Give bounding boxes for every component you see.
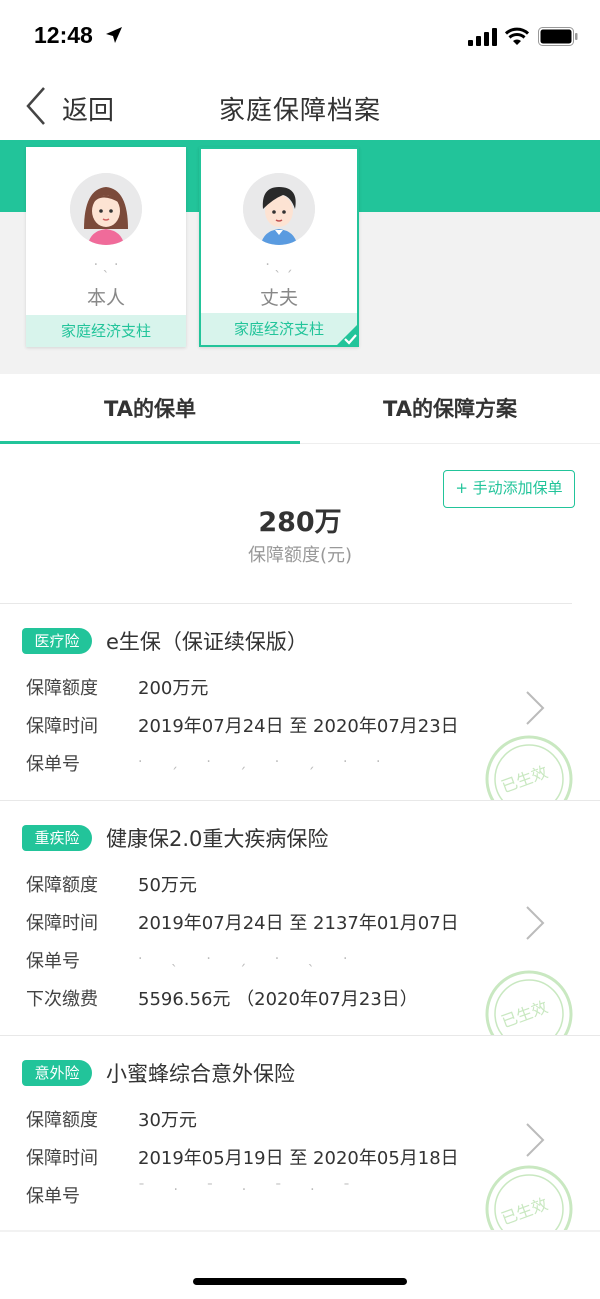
total-coverage-label: 保障额度(元) [247,545,353,566]
location-arrow-icon [106,27,122,43]
policy-field-label: 保障额度 [26,1110,98,1131]
tab-policies[interactable]: TA的保单 [0,374,300,444]
policy-number-hidden: · ˎ · ˏ · ˎ · [138,951,360,967]
policy-card-medical[interactable]: 医疗险 e生保（保证续保版） 保障额度 200万元 保障时间 2019年07月2… [0,604,600,800]
policy-field-value: 50万元 [138,875,197,896]
wifi-icon [505,27,529,45]
policy-field-label: 保障时间 [26,1148,98,1169]
member-name-hidden: · ˎ · [93,257,119,273]
policy-field-value: 30万元 [138,1110,197,1131]
tab-bar: TA的保单 TA的保障方案 [0,374,600,444]
policy-field-label: 保障额度 [26,875,98,896]
check-icon [335,323,359,347]
policy-number-hidden: ˉ · ˉ · ˉ · ˉ [138,1182,363,1198]
male-avatar-icon [243,173,315,245]
tab-active-indicator [0,441,300,444]
chevron-right-icon[interactable] [524,905,546,941]
policy-field-value: 2019年05月19日 至 2020年05月18日 [138,1148,459,1169]
member-role: 本人 [86,287,125,309]
chevron-right-icon[interactable] [524,690,546,726]
avatar [70,173,142,245]
policy-name: 小蜜蜂综合意外保险 [106,1062,295,1086]
policy-card-accident[interactable]: 意外险 小蜜蜂综合意外保险 保障额度 30万元 保障时间 2019年05月19日… [0,1036,600,1230]
policy-field-value: 2019年07月24日 至 2137年01月07日 [138,913,459,934]
member-name-hidden: · ˎ ˏ [265,257,293,273]
battery-icon [538,27,578,46]
home-indicator[interactable] [193,1278,407,1285]
policy-number-hidden: · ˏ · ˏ · ˏ · · [138,754,393,770]
status-time: 12:48 [34,22,93,48]
policy-type-tag: 意外险 [22,1060,92,1086]
member-tag: 家庭经济支柱 [201,313,357,345]
policy-card-critical-illness[interactable]: 重疾险 健康保2.0重大疾病保险 保障额度 50万元 保障时间 2019年07月… [0,801,600,1035]
member-tag: 家庭经济支柱 [26,315,186,347]
signal-icon [468,28,497,46]
policy-field-value: 5596.56元 （2020年07月23日） [138,989,418,1010]
policy-field-label: 保单号 [26,951,80,972]
page-title: 家庭保障档案 [218,96,381,126]
policy-name: e生保（保证续保版） [106,630,308,654]
member-card-self[interactable]: · ˎ · 本人 家庭经济支柱 [26,147,186,347]
chevron-right-icon[interactable] [524,1122,546,1158]
policy-field-label: 保障额度 [26,678,98,699]
policy-type-tag: 医疗险 [22,628,92,654]
tab-plan[interactable]: TA的保障方案 [300,374,600,444]
member-role: 丈夫 [259,287,298,309]
policy-field-label: 下次缴费 [26,989,98,1010]
total-coverage-amount: 280万 [258,507,342,538]
female-avatar-icon [70,173,142,245]
policy-field-label: 保障时间 [26,913,98,934]
nav-bar: 返回 家庭保障档案 [0,72,600,140]
member-card-husband[interactable]: · ˎ ˏ 丈夫 家庭经济支柱 [199,147,359,347]
policy-field-label: 保单号 [26,1186,80,1207]
policy-field-label: 保障时间 [26,716,98,737]
status-bar: 12:48 [0,0,600,72]
avatar [243,173,315,245]
policy-field-label: 保单号 [26,754,80,775]
bottom-area [0,1232,600,1299]
policy-field-value: 200万元 [138,678,209,699]
policy-field-value: 2019年07月24日 至 2020年07月23日 [138,716,459,737]
policy-name: 健康保2.0重大疾病保险 [106,827,329,851]
policy-type-tag: 重疾险 [22,825,92,851]
